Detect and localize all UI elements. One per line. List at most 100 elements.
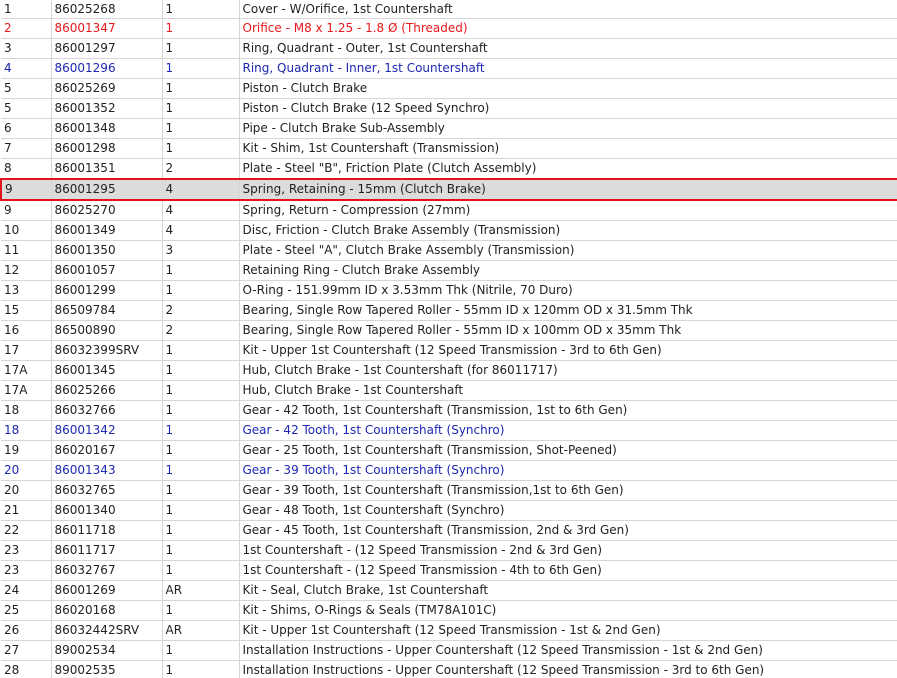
quantity-cell: 2 <box>162 158 240 180</box>
part-number-cell: 86025268 <box>51 0 163 19</box>
part-number-cell: 86001269 <box>51 580 163 601</box>
description-cell: Disc, Friction - Clutch Brake Assembly (… <box>239 220 897 241</box>
table-row-selected[interactable]: 9 86001295 4 Spring, Retaining - 15mm (Clut… <box>0 178 897 201</box>
item-number-cell: 13 <box>1 280 52 301</box>
table-row[interactable]: 1 86025268 1 Cover - W/Orifice, 1st Counter… <box>1 0 897 19</box>
item-number-cell: 23 <box>1 560 52 581</box>
description-cell: Piston - Clutch Brake (12 Speed Synchro) <box>239 98 897 119</box>
description-cell: 1st Countershaft - (12 Speed Transmissio… <box>239 540 897 561</box>
quantity-cell: 1 <box>162 360 240 381</box>
table-row[interactable]: 2 86001347 1 Orifice - M8 x 1.25 - 1.8 Ø (T… <box>1 18 897 39</box>
part-number-cell: 86032765 <box>51 480 163 501</box>
table-row[interactable]: 18 86001342 1 Gear - 42 Tooth, 1st Counters… <box>1 420 897 441</box>
item-number-cell: 23 <box>1 540 52 561</box>
item-number-cell: 7 <box>1 138 52 159</box>
table-row[interactable]: 8 86001351 2 Plate - Steel "B", Friction Pl… <box>1 158 897 180</box>
table-row[interactable]: 20 86001343 1 Gear - 39 Tooth, 1st Counters… <box>1 460 897 481</box>
description-cell: Cover - W/Orifice, 1st Countershaft <box>239 0 897 19</box>
item-number-cell: 18 <box>1 420 52 441</box>
item-number-cell: 20 <box>1 460 52 481</box>
table-row[interactable]: 25 86020168 1 Kit - Shims, O-Rings & Seals … <box>1 600 897 621</box>
quantity-cell: 1 <box>162 18 240 39</box>
table-row[interactable]: 26 86032442SRV AR Kit - Upper 1st Countersh… <box>1 620 897 641</box>
quantity-cell: 1 <box>162 660 240 678</box>
table-row[interactable]: 17 86032399SRV 1 Kit - Upper 1st Countersha… <box>1 340 897 361</box>
table-row[interactable]: 5 86001352 1 Piston - Clutch Brake (12 Spee… <box>1 98 897 119</box>
table-row[interactable]: 28 89002535 1 Installation Instructions - U… <box>1 660 897 678</box>
item-number-cell: 20 <box>1 480 52 501</box>
item-number-cell: 17A <box>1 360 52 381</box>
table-row[interactable]: 22 86011718 1 Gear - 45 Tooth, 1st Counters… <box>1 520 897 541</box>
part-number-cell: 86500890 <box>51 320 163 341</box>
part-number-cell: 86001351 <box>51 158 163 180</box>
description-cell: Kit - Upper 1st Countershaft (12 Speed T… <box>239 620 897 641</box>
quantity-cell: 1 <box>162 98 240 119</box>
description-cell: Kit - Shims, O-Rings & Seals (TM78A101C) <box>239 600 897 621</box>
table-row[interactable]: 20 86032765 1 Gear - 39 Tooth, 1st Counters… <box>1 480 897 501</box>
part-number-cell: 86001349 <box>51 220 163 241</box>
table-row[interactable]: 6 86001348 1 Pipe - Clutch Brake Sub-Assemb… <box>1 118 897 139</box>
description-cell: Spring, Return - Compression (27mm) <box>239 200 897 221</box>
description-cell: Pipe - Clutch Brake Sub-Assembly <box>239 118 897 139</box>
table-row[interactable]: 9 86025270 4 Spring, Return - Compression (… <box>1 200 897 221</box>
item-number-cell: 10 <box>1 220 52 241</box>
quantity-cell: 3 <box>162 240 240 261</box>
item-number-cell: 5 <box>1 98 52 119</box>
table-row[interactable]: 13 86001299 1 O-Ring - 151.99mm ID x 3.53mm… <box>1 280 897 301</box>
table-row[interactable]: 12 86001057 1 Retaining Ring - Clutch Brake… <box>1 260 897 281</box>
part-number-cell: 86032399SRV <box>51 340 163 361</box>
table-row[interactable]: 23 86011717 1 1st Countershaft - (12 Speed … <box>1 540 897 561</box>
item-number-cell: 15 <box>1 300 52 321</box>
table-row[interactable]: 18 86032766 1 Gear - 42 Tooth, 1st Counters… <box>1 400 897 421</box>
part-number-cell: 86001057 <box>51 260 163 281</box>
table-row[interactable]: 16 86500890 2 Bearing, Single Row Tapered R… <box>1 320 897 341</box>
quantity-cell: 4 <box>162 220 240 241</box>
table-row[interactable]: 24 86001269 AR Kit - Seal, Clutch Brake, 1s… <box>1 580 897 601</box>
description-cell: Orifice - M8 x 1.25 - 1.8 Ø (Threaded) <box>239 18 897 39</box>
table-row[interactable]: 15 86509784 2 Bearing, Single Row Tapered R… <box>1 300 897 321</box>
part-number-cell: 86032767 <box>51 560 163 581</box>
part-number-cell: 86001352 <box>51 98 163 119</box>
quantity-cell: 1 <box>162 260 240 281</box>
table-row[interactable]: 21 86001340 1 Gear - 48 Tooth, 1st Counters… <box>1 500 897 521</box>
quantity-cell: 1 <box>162 380 240 401</box>
part-number-cell: 86001297 <box>51 38 163 59</box>
description-cell: Installation Instructions - Upper Counte… <box>239 660 897 678</box>
item-number-cell: 26 <box>1 620 52 641</box>
quantity-cell: 1 <box>162 460 240 481</box>
part-number-cell: 86025270 <box>51 200 163 221</box>
table-row[interactable]: 4 86001296 1 Ring, Quadrant - Inner, 1st Co… <box>1 58 897 79</box>
table-row[interactable]: 17A 86001345 1 Hub, Clutch Brake - 1st Coun… <box>1 360 897 381</box>
part-number-cell: 86001296 <box>51 58 163 79</box>
quantity-cell: 1 <box>162 480 240 501</box>
description-cell: Ring, Quadrant - Outer, 1st Countershaft <box>239 38 897 59</box>
part-number-cell: 86032442SRV <box>51 620 163 641</box>
description-cell: Kit - Shim, 1st Countershaft (Transmissi… <box>239 138 897 159</box>
part-number-cell: 89002535 <box>51 660 163 678</box>
table-row[interactable]: 19 86020167 1 Gear - 25 Tooth, 1st Counters… <box>1 440 897 461</box>
table-row[interactable]: 5 86025269 1 Piston - Clutch Brake <box>1 78 897 99</box>
item-number-cell: 9 <box>0 178 52 201</box>
table-row[interactable]: 17A 86025266 1 Hub, Clutch Brake - 1st Coun… <box>1 380 897 401</box>
table-row[interactable]: 3 86001297 1 Ring, Quadrant - Outer, 1st Co… <box>1 38 897 59</box>
description-cell: Piston - Clutch Brake <box>239 78 897 99</box>
description-cell: Gear - 45 Tooth, 1st Countershaft (Trans… <box>239 520 897 541</box>
table-row[interactable]: 11 86001350 3 Plate - Steel "A", Clutch Bra… <box>1 240 897 261</box>
description-cell: Ring, Quadrant - Inner, 1st Countershaft <box>239 58 897 79</box>
table-row[interactable]: 10 86001349 4 Disc, Friction - Clutch Brake… <box>1 220 897 241</box>
table-row[interactable]: 27 89002534 1 Installation Instructions - U… <box>1 640 897 661</box>
item-number-cell: 5 <box>1 78 52 99</box>
description-cell: Retaining Ring - Clutch Brake Assembly <box>239 260 897 281</box>
item-number-cell: 27 <box>1 640 52 661</box>
part-number-cell: 86020167 <box>51 440 163 461</box>
quantity-cell: 4 <box>162 200 240 221</box>
part-number-cell: 86011717 <box>51 540 163 561</box>
quantity-cell: 1 <box>162 560 240 581</box>
description-cell: Gear - 39 Tooth, 1st Countershaft (Synch… <box>239 460 897 481</box>
part-number-cell: 86001345 <box>51 360 163 381</box>
item-number-cell: 19 <box>1 440 52 461</box>
table-row[interactable]: 7 86001298 1 Kit - Shim, 1st Countershaft (… <box>1 138 897 159</box>
part-number-cell: 86509784 <box>51 300 163 321</box>
table-row[interactable]: 23 86032767 1 1st Countershaft - (12 Speed … <box>1 560 897 581</box>
part-number-cell: 86001348 <box>51 118 163 139</box>
